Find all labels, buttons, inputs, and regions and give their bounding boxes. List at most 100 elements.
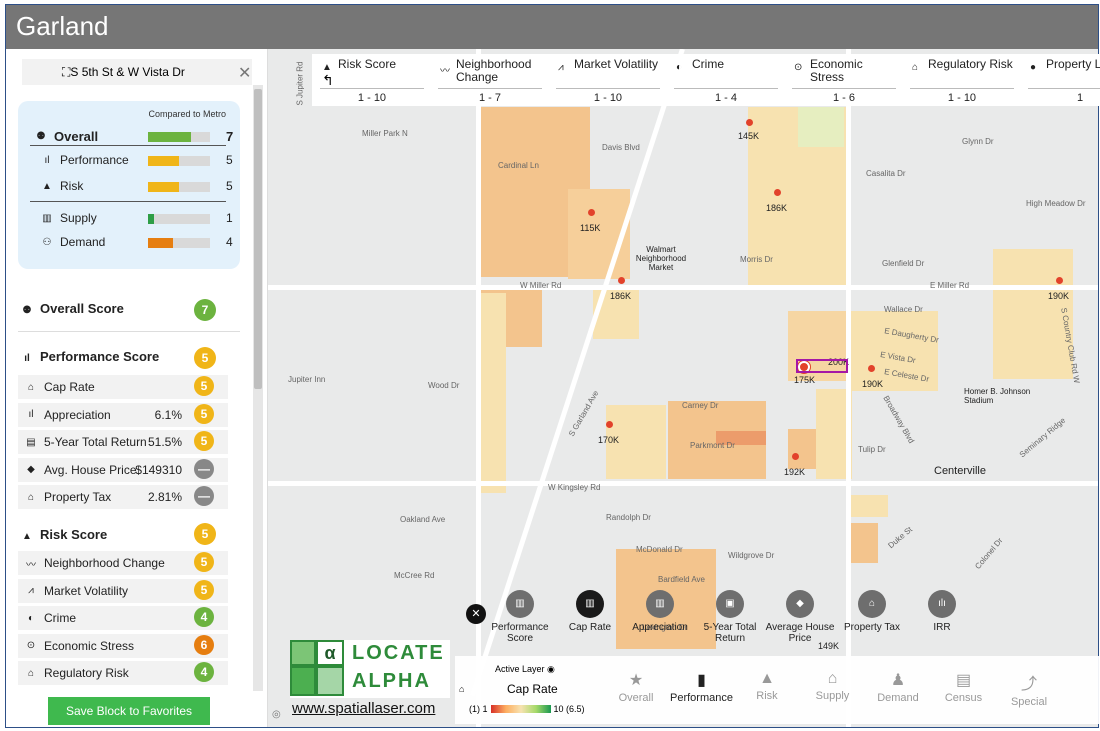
overall-score-badge: 7 [194, 299, 216, 321]
score-badge: — [194, 486, 214, 506]
score-badge: 5 [194, 431, 214, 451]
nav-tab[interactable]: ★ Overall [603, 670, 669, 704]
score-badge: 4 [194, 607, 214, 627]
street-label: Oakland Ave [400, 515, 446, 524]
tab-icon: ⌂ [827, 670, 838, 687]
summary-icon: ⚉ [36, 131, 46, 142]
layer-button[interactable]: ▥ Performance Score [482, 590, 558, 644]
summary-score: 7 [226, 129, 234, 144]
metric-column[interactable]: ⩘ Market Volatility 1 - 10 [548, 54, 666, 106]
metric-column[interactable]: ⊙ Economic Stress 1 - 6 [784, 54, 902, 106]
summary-icon: ▥ [42, 212, 52, 224]
layer-button[interactable]: ⌂ Property Tax [834, 590, 910, 633]
nav-tab[interactable]: ♟ Demand [865, 670, 931, 704]
sidebar: ⛶ S 5th St & W Vista Dr ✕ Compared to Me… [6, 49, 268, 727]
save-favorites-button[interactable]: Save Block to Favorites [48, 697, 210, 725]
summary-score: 5 [226, 153, 233, 167]
bar-chart-icon: ıl [24, 353, 30, 364]
layer-icon: ▣ [716, 590, 744, 618]
layer-button[interactable]: ▥ Cap Rate [552, 590, 628, 633]
price-point[interactable] [868, 365, 875, 372]
place-label: Walmart Neighborhood Market [635, 245, 687, 272]
price-point[interactable] [606, 421, 613, 428]
price-point[interactable] [588, 209, 595, 216]
nav-tab[interactable]: ▲ Risk [734, 670, 800, 702]
color-scale: (1) 1 10 (6.5) [469, 704, 585, 714]
price-point[interactable] [1056, 277, 1063, 284]
metric-column[interactable]: ▲ Risk Score 1 - 10 [312, 54, 430, 106]
street-label: McCree Rd [394, 571, 435, 580]
street-label: Jupiter Inn [288, 375, 326, 384]
road [476, 49, 481, 727]
metric-icon: ⌂ [27, 381, 35, 393]
metric-icon: ⊙ [26, 640, 36, 651]
website-link[interactable]: www.spatiallaser.com [292, 700, 435, 717]
logo-line2: ALPHA [352, 670, 431, 692]
street-label: Wood Dr [428, 381, 460, 390]
score-badge: 4 [194, 662, 214, 682]
window-title: Garland [6, 5, 1098, 49]
sidebar-scroll-thumb[interactable] [254, 89, 262, 389]
nav-tab[interactable]: ⌂ Supply [800, 670, 866, 702]
layer-button[interactable]: ▥ Appreciation [622, 590, 698, 633]
street-label: W Kingsley Rd [548, 483, 601, 492]
metric-icon: ⩘ [28, 585, 34, 596]
nav-tab[interactable]: ▤ Census [931, 670, 997, 704]
layer-icon: ◆ [786, 590, 814, 618]
layer-button[interactable]: ◆ Average House Price [762, 590, 838, 644]
price-point[interactable] [774, 189, 781, 196]
tab-icon: ♟ [890, 672, 906, 689]
map-block[interactable] [480, 293, 506, 493]
tab-icon: ▮ [697, 672, 706, 689]
map-block[interactable] [848, 495, 888, 517]
price-label: 190K [862, 379, 884, 389]
active-layer-caption: Active Layer ◉ [495, 664, 555, 674]
price-point[interactable] [792, 453, 799, 460]
street-label: Cardinal Ln [498, 161, 539, 170]
summary-score: 1 [226, 211, 233, 225]
metric-column[interactable]: ◐ Crime 1 - 4 [666, 54, 784, 106]
layer-icon: ⌂ [459, 684, 465, 694]
summary-icon: ıl [44, 154, 50, 166]
bottom-nav: ⌂ Active Layer ◉ Cap Rate (1) 1 10 (6.5)… [455, 656, 1099, 724]
metrics-bar: ↰ ▲ Risk Score 1 - 10 〰 Neighborhood Change 1… [312, 54, 1100, 106]
map-block[interactable] [798, 107, 844, 147]
metric-column[interactable]: ⌂ Regulatory Risk 1 - 10 [902, 54, 1020, 106]
layer-button[interactable]: ▣ 5-Year Total Return [692, 590, 768, 644]
close-icon[interactable]: ✕ [238, 63, 251, 83]
eye-icon: ◉ [547, 664, 555, 674]
summary-bar [148, 238, 210, 248]
compared-label: Compared to Metro [148, 109, 226, 119]
risk-heading: ▲ Risk Score [20, 527, 107, 542]
metric-icon: ⌂ [27, 491, 35, 503]
metric-column[interactable]: ●Property Loss1 [1020, 54, 1100, 106]
address-label: S 5th St & W Vista Dr [70, 65, 185, 79]
locate-alpha-logo: α LOCATE ALPHA [290, 640, 450, 698]
triangle-icon: ▲ [22, 531, 32, 542]
street-label: S Jupiter Rd [295, 61, 305, 106]
summary-score: 4 [226, 235, 233, 249]
metric-icon: ◆ [27, 464, 35, 475]
street-label: Miller Park N [362, 129, 408, 138]
layer-button[interactable]: ılı IRR [904, 590, 980, 633]
street-label: Wildgrove Dr [728, 551, 775, 560]
price-label: 192K [784, 467, 806, 477]
address-header: ⛶ S 5th St & W Vista Dr [22, 59, 252, 85]
street-label: Davis Blvd [602, 143, 640, 152]
nav-tab[interactable]: ⤴ Special [996, 670, 1062, 708]
risk-badge: 5 [194, 523, 216, 545]
street-label: Glenfield Dr [882, 259, 925, 268]
summary-icon: ▲ [42, 180, 52, 192]
layer-icon: ▥ [646, 590, 674, 618]
price-point[interactable] [618, 277, 625, 284]
price-point[interactable] [746, 119, 753, 126]
metric-icon: ● [1030, 62, 1037, 73]
price-label: 115K [580, 223, 601, 233]
score-badge: 5 [194, 376, 214, 396]
summary-bar [148, 182, 210, 192]
map-block[interactable] [848, 523, 878, 563]
metric-column[interactable]: 〰 Neighborhood Change 1 - 7 [430, 54, 548, 106]
selected-block-outline[interactable] [796, 359, 848, 373]
nav-tab[interactable]: ▮ Performance [669, 670, 735, 704]
summary-row: ▥ Supply [40, 211, 96, 225]
